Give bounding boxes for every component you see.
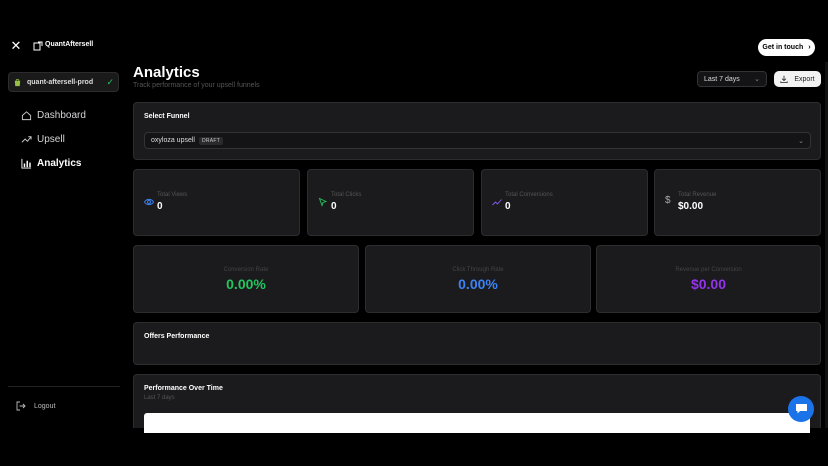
store-name: quant-aftersell-prod xyxy=(27,78,94,86)
app-name: QuantAftersell xyxy=(45,41,94,48)
select-funnel-card: Select Funnel oxyloza upsell DRAFT ⌄ xyxy=(133,102,821,160)
trend-icon xyxy=(20,133,32,145)
rate-card-ctr: Click Through Rate 0.00% xyxy=(365,245,591,313)
stat-card-revenue: $ Total Revenue $0.00 xyxy=(654,169,821,236)
export-label: Export xyxy=(794,75,815,83)
home-icon xyxy=(20,109,32,121)
sidebar-item-label: Upsell xyxy=(37,133,65,145)
logout-icon xyxy=(16,401,26,411)
chevron-down-icon: ⌄ xyxy=(754,76,760,83)
rate-value: $0.00 xyxy=(690,276,727,292)
sidebar-item-upsell[interactable]: Upsell xyxy=(20,131,120,147)
trend-icon xyxy=(492,199,502,206)
date-range-value: Last 7 days xyxy=(704,75,740,83)
stat-value: 0 xyxy=(505,201,511,212)
status-badge: DRAFT xyxy=(198,136,224,145)
get-in-touch-button[interactable]: Get in touch › xyxy=(758,39,815,56)
download-icon xyxy=(780,75,788,83)
sidebar-item-dashboard[interactable]: Dashboard xyxy=(20,107,120,123)
app-logo-icon xyxy=(33,41,43,51)
performance-subtitle: Last 7 days xyxy=(144,395,175,401)
stat-label: Total Revenue xyxy=(678,192,717,198)
sidebar-item-label: Analytics xyxy=(37,157,82,169)
cursor-icon xyxy=(318,197,328,207)
top-bar: ✕ QuantAftersell Get in touch › xyxy=(0,34,828,60)
shopify-bag-icon xyxy=(14,78,21,86)
chevron-down-icon: ⌄ xyxy=(798,137,804,145)
rate-value: 0.00% xyxy=(458,276,498,292)
page-title: Analytics xyxy=(133,64,200,81)
bar-chart-icon xyxy=(20,157,32,169)
store-selector[interactable]: quant-aftersell-prod ✓ xyxy=(8,72,119,92)
rate-label: Conversion Rate xyxy=(223,267,269,273)
eye-icon xyxy=(144,198,154,206)
performance-over-time-card: Performance Over Time Last 7 days xyxy=(133,374,821,433)
stat-label: Total Conversions xyxy=(505,192,553,198)
offers-performance-title: Offers Performance xyxy=(144,333,210,340)
performance-chart-area xyxy=(144,413,810,433)
chevron-right-icon: › xyxy=(808,44,811,51)
check-icon: ✓ xyxy=(106,76,114,87)
rate-label: Click Through Rate xyxy=(452,267,504,273)
stat-label: Total Views xyxy=(157,192,188,198)
funnel-name: oxyloza upsell xyxy=(151,137,195,144)
sidebar-item-analytics[interactable]: Analytics xyxy=(20,155,120,171)
funnel-select[interactable]: oxyloza upsell DRAFT ⌄ xyxy=(144,132,811,149)
select-funnel-title: Select Funnel xyxy=(144,113,190,120)
rate-card-revenue-per-conversion: Revenue per Conversion $0.00 xyxy=(596,245,821,313)
close-icon[interactable]: ✕ xyxy=(9,39,23,53)
offers-performance-card: Offers Performance xyxy=(133,322,821,365)
chat-icon xyxy=(795,404,807,414)
page-subtitle: Track performance of your upsell funnels xyxy=(133,82,260,89)
dollar-icon: $ xyxy=(665,195,671,206)
chat-launcher-button[interactable] xyxy=(788,396,814,422)
logout-label: Logout xyxy=(34,402,56,410)
performance-title: Performance Over Time xyxy=(144,385,223,392)
stat-card-conversions: Total Conversions 0 xyxy=(481,169,648,236)
stat-value: 0 xyxy=(331,201,337,212)
stat-label: Total Clicks xyxy=(331,192,362,198)
sidebar: quant-aftersell-prod ✓ Dashboard Upsell … xyxy=(0,62,128,428)
rate-label: Revenue per Conversion xyxy=(675,267,742,273)
stat-value: 0 xyxy=(157,201,163,212)
stat-value: $0.00 xyxy=(678,201,704,212)
stat-card-clicks: Total Clicks 0 xyxy=(307,169,474,236)
logout-button[interactable]: Logout xyxy=(16,401,55,411)
rate-card-conversion: Conversion Rate 0.00% xyxy=(133,245,359,313)
stat-card-views: Total Views 0 xyxy=(133,169,300,236)
export-button[interactable]: Export xyxy=(774,71,821,87)
date-range-select[interactable]: Last 7 days ⌄ xyxy=(697,71,767,87)
rate-value: 0.00% xyxy=(226,276,266,292)
sidebar-item-label: Dashboard xyxy=(37,109,86,121)
sidebar-divider xyxy=(8,386,120,387)
get-in-touch-label: Get in touch xyxy=(762,44,804,51)
